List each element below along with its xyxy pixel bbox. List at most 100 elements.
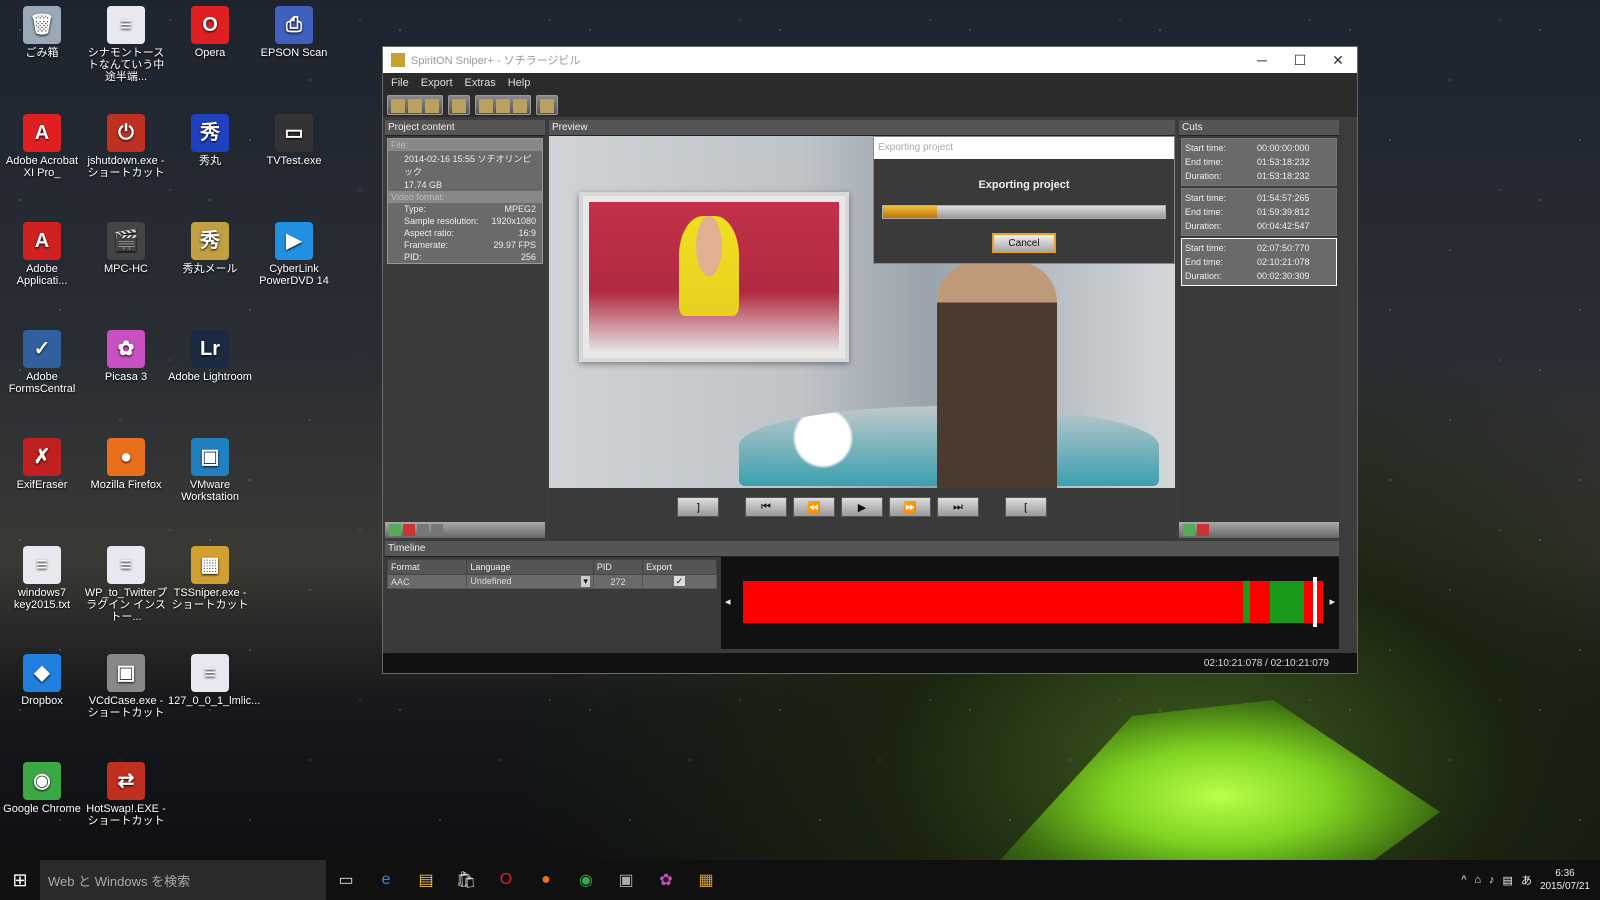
action-center-icon[interactable]: ▤ xyxy=(1503,874,1513,887)
text-file-desktop-shortcut[interactable]: ≡ windows7 key2015.txt xyxy=(0,546,84,611)
move-up-icon[interactable] xyxy=(417,524,429,536)
mpc-desktop-shortcut[interactable]: 🎬 MPC-HC xyxy=(84,222,168,275)
remove-file-icon[interactable] xyxy=(403,524,415,536)
text-file-desktop-shortcut[interactable]: ≡ WP_to_Twitterプラグイン インストー... xyxy=(84,546,168,623)
check-icon[interactable]: ✓ xyxy=(673,576,686,586)
timeline-segment[interactable] xyxy=(1269,581,1305,623)
timeline-segment[interactable] xyxy=(743,581,1243,623)
cut-icon[interactable] xyxy=(479,99,494,113)
toolbar-save-group[interactable] xyxy=(448,95,471,115)
picasa-desktop-shortcut[interactable]: ✿ Picasa 3 xyxy=(84,330,168,383)
add-cut-icon[interactable] xyxy=(1183,524,1195,536)
tray-chevron-icon[interactable]: ^ xyxy=(1461,874,1466,886)
export-checkbox[interactable]: ✓ xyxy=(642,574,717,589)
scroll-left-icon[interactable]: ◂ xyxy=(725,595,731,608)
exif-eraser-desktop-shortcut[interactable]: ✗ ExifEraser xyxy=(0,438,84,491)
title-bar[interactable]: SpiritON Sniper+ - ソチラージビル ─ ☐ ✕ xyxy=(383,47,1357,73)
col-pid[interactable]: PID xyxy=(592,559,644,575)
powerdvd-desktop-shortcut[interactable]: ▶ CyberLink PowerDVD 14 xyxy=(252,222,336,287)
timeline-segment[interactable] xyxy=(1242,581,1250,623)
col-language[interactable]: Language xyxy=(466,559,594,575)
skip-start-button[interactable]: ⏮ xyxy=(745,497,787,517)
cut-item[interactable]: Start time: 02:07:50:770 End time: 02:10:21… xyxy=(1181,238,1337,286)
toolbar-edit-group[interactable] xyxy=(475,95,532,115)
menu-export[interactable]: Export xyxy=(421,77,453,89)
chrome-taskbar-icon[interactable]: ◉ xyxy=(566,860,606,900)
vcdcase-taskbar-icon[interactable]: ▣ xyxy=(606,860,646,900)
text-file-desktop-shortcut[interactable]: ≡ 127_0_0_1_lmlic... xyxy=(168,654,260,707)
language-select[interactable]: Undefined ▾ xyxy=(466,574,594,589)
chrome-desktop-shortcut[interactable]: ◉ Google Chrome xyxy=(0,762,84,815)
timeline-segment[interactable] xyxy=(1249,581,1270,623)
rewind-button[interactable]: ⏪ xyxy=(793,497,835,517)
picasa-taskbar-icon[interactable]: ✿ xyxy=(646,860,686,900)
edge-icon[interactable]: e xyxy=(366,860,406,900)
cancel-button[interactable]: Cancel xyxy=(992,233,1056,253)
hotswap-desktop-shortcut[interactable]: ⇄ HotSwap!.EXE - ショートカット xyxy=(84,762,168,827)
formscentral-desktop-shortcut[interactable]: ✓ Adobe FormsCentral xyxy=(0,330,84,395)
opera-desktop-shortcut[interactable]: O Opera xyxy=(168,6,252,59)
skip-end-button[interactable]: ⏭ xyxy=(937,497,979,517)
text-file-desktop-shortcut[interactable]: ≡ シナモントーストなんていう中途半端... xyxy=(84,6,168,83)
network-icon[interactable]: ⌂ xyxy=(1474,874,1481,886)
vcdcase-desktop-shortcut[interactable]: ▣ VCdCase.exe - ショートカット xyxy=(84,654,168,719)
opera-taskbar-icon[interactable]: O xyxy=(486,860,526,900)
lightroom-desktop-shortcut[interactable]: Lr Adobe Lightroom xyxy=(168,330,252,383)
add-icon[interactable] xyxy=(408,99,422,113)
recycle-bin-desktop-shortcut[interactable]: 🗑 ごみ箱 xyxy=(0,6,84,59)
hidemaru-mail-desktop-shortcut[interactable]: 秀秀丸メール xyxy=(168,222,252,275)
export-icon[interactable] xyxy=(540,99,555,113)
dropbox-desktop-shortcut[interactable]: ◆ Dropbox xyxy=(0,654,84,707)
store-icon[interactable]: 🛍 xyxy=(446,860,486,900)
timeline-track[interactable]: ◂ ▸ xyxy=(721,557,1339,649)
toolbar-export-group[interactable] xyxy=(536,95,559,115)
close-icon[interactable]: ✕ xyxy=(1319,52,1357,69)
vmware-desktop-shortcut[interactable]: ▣ VMware Workstation xyxy=(168,438,252,503)
save-icon[interactable] xyxy=(452,99,467,113)
shutdown-desktop-shortcut[interactable]: ⏻ jshutdown.exe - ショートカット xyxy=(84,114,168,179)
search-input[interactable]: Web と Windows を検索 xyxy=(40,860,326,900)
menu-extras[interactable]: Extras xyxy=(465,77,496,89)
menu-file[interactable]: File xyxy=(391,77,409,89)
volume-icon[interactable]: ♪ xyxy=(1489,874,1495,886)
task-view-icon[interactable]: ▭ xyxy=(326,860,366,900)
open-icon[interactable] xyxy=(391,99,405,113)
col-export[interactable]: Export xyxy=(642,559,717,575)
mark-out-button[interactable]: ] xyxy=(677,497,719,517)
desktop-icon-label: WP_to_Twitterプラグイン インストー... xyxy=(84,587,168,623)
col-format[interactable]: Format xyxy=(386,559,468,575)
chevron-down-icon[interactable]: ▾ xyxy=(581,576,590,587)
add-file-icon[interactable] xyxy=(389,524,401,536)
tssniper-desktop-shortcut[interactable]: ▦ TSSniper.exe - ショートカット xyxy=(168,546,252,611)
mark-in-button[interactable]: [ xyxy=(1005,497,1047,517)
toolbar-open-group[interactable] xyxy=(387,95,443,115)
file-name[interactable]: 2014-02-16 15:55 ソチオリンピック xyxy=(388,151,542,179)
move-down-icon[interactable] xyxy=(431,524,443,536)
firefox-desktop-shortcut[interactable]: ● Mozilla Firefox xyxy=(84,438,168,491)
windows-start-icon[interactable]: ⊞ xyxy=(0,860,40,900)
play-button[interactable]: ▶ xyxy=(841,497,883,517)
maximize-icon[interactable]: ☐ xyxy=(1281,52,1319,69)
remove-icon[interactable] xyxy=(425,99,439,113)
ime-indicator[interactable]: あ xyxy=(1521,872,1532,888)
fast-forward-button[interactable]: ⏩ xyxy=(889,497,931,517)
scroll-right-icon[interactable]: ▸ xyxy=(1329,595,1335,608)
paste-icon[interactable] xyxy=(513,99,528,113)
copy-icon[interactable] xyxy=(496,99,511,113)
acrobat-desktop-shortcut[interactable]: A Adobe Acrobat XI Pro_ xyxy=(0,114,84,179)
adobe-desktop-shortcut[interactable]: A Adobe Applicati... xyxy=(0,222,84,287)
cut-item[interactable]: Start time: 01:54:57:265 End time: 01:59:39… xyxy=(1181,188,1337,236)
table-row[interactable]: AAC Undefined ▾ 272 ✓ xyxy=(386,574,717,589)
minimize-icon[interactable]: ─ xyxy=(1243,52,1281,69)
scanner-desktop-shortcut[interactable]: ⎙ EPSON Scan xyxy=(252,6,336,59)
tv-desktop-shortcut[interactable]: ▭ TVTest.exe xyxy=(252,114,336,167)
playhead-marker[interactable] xyxy=(1313,577,1317,627)
firefox-taskbar-icon[interactable]: ● xyxy=(526,860,566,900)
clock[interactable]: 6:36 2015/07/21 xyxy=(1540,867,1590,893)
file-explorer-icon[interactable]: ▤ xyxy=(406,860,446,900)
hidemaru-desktop-shortcut[interactable]: 秀秀丸 xyxy=(168,114,252,167)
tssniper-taskbar-icon[interactable]: ▦ xyxy=(686,860,726,900)
cut-item[interactable]: Start time: 00:00:00:000 End time: 01:53:18… xyxy=(1181,138,1337,186)
menu-help[interactable]: Help xyxy=(508,77,531,89)
remove-cut-icon[interactable] xyxy=(1197,524,1209,536)
